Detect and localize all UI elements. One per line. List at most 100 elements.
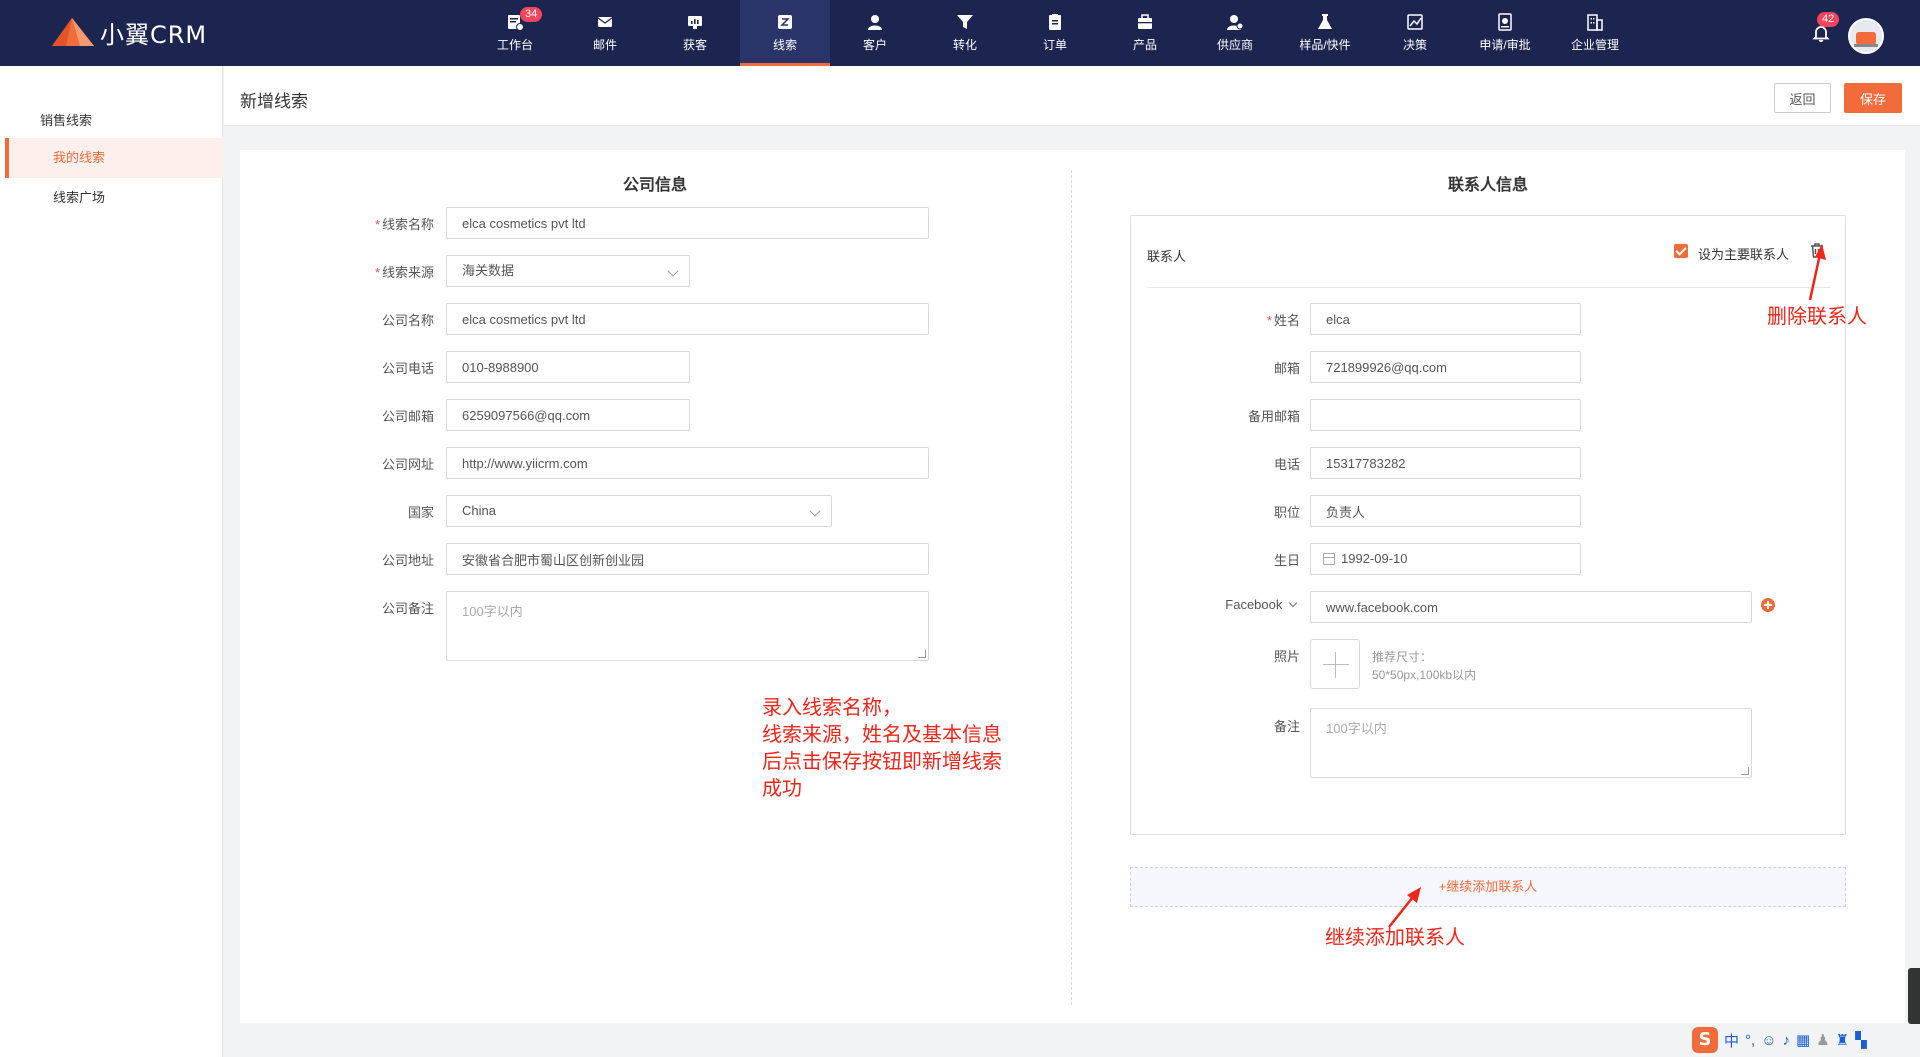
nav-approval[interactable]: 申请/审批 <box>1460 0 1550 66</box>
bell-icon[interactable] <box>1812 24 1832 44</box>
nav-conversion[interactable]: 转化 <box>920 0 1010 66</box>
ime-logo-icon[interactable]: S <box>1692 1027 1718 1053</box>
nav-leads[interactable]: 线索 <box>740 0 830 66</box>
primary-contact-checkbox[interactable] <box>1674 244 1688 258</box>
page-header: 新增线索 返回 保存 <box>224 66 1920 126</box>
contact-name-input[interactable] <box>1310 303 1581 335</box>
ime-mic-icon[interactable]: ♪ <box>1783 1032 1791 1049</box>
ime-toolbar: S 中 °, ☺ ♪ ▦ ♟ ♜ ▚ <box>1692 1027 1867 1053</box>
ime-language[interactable]: 中 <box>1724 1030 1739 1051</box>
nav-label: 产品 <box>1132 38 1157 52</box>
sample-icon <box>1315 13 1335 31</box>
add-social-icon[interactable] <box>1761 598 1775 612</box>
user-avatar[interactable] <box>1848 18 1884 54</box>
country-select[interactable]: China <box>446 495 832 527</box>
contact-email-label: 邮箱 <box>1273 361 1300 376</box>
ime-emoji-icon[interactable]: ☺ <box>1761 1032 1776 1049</box>
contact-name-label: * 姓名 <box>1266 313 1300 328</box>
building-icon <box>1585 13 1605 31</box>
contact-phone-input[interactable] <box>1310 447 1581 479</box>
company-name-input[interactable] <box>446 303 929 335</box>
annotation-delete-contact: 删除联系人 <box>1767 306 1867 328</box>
ime-menu-icon[interactable]: ▚ <box>1855 1031 1867 1049</box>
chevron-down-icon <box>667 265 679 277</box>
contact-email-input[interactable] <box>1310 351 1581 383</box>
chevron-down-icon <box>1288 598 1298 608</box>
contact-card-header: 联系人 设为主要联系人 <box>1147 216 1831 288</box>
app-logo[interactable]: 小翼CRM <box>50 14 207 50</box>
facebook-input[interactable] <box>1310 591 1752 623</box>
nav-orders[interactable]: 订单 <box>1010 0 1100 66</box>
backup-email-input[interactable] <box>1310 399 1581 431</box>
resize-handle-icon[interactable] <box>1741 767 1749 775</box>
company-remark-label: 公司备注 <box>381 601 434 616</box>
nav-mail[interactable]: 邮件 <box>560 0 650 66</box>
country-label: 国家 <box>407 505 434 520</box>
backup-email-label: 备用邮箱 <box>1247 409 1300 424</box>
ime-user-icon[interactable]: ♟ <box>1816 1031 1829 1049</box>
side-scroll-tab[interactable] <box>1908 968 1920 1024</box>
arrow-icon <box>1808 244 1826 301</box>
nav-label: 获客 <box>682 38 707 52</box>
birthday-label: 生日 <box>1273 553 1300 568</box>
approval-icon <box>1495 13 1515 31</box>
company-website-label: 公司网址 <box>381 457 434 472</box>
sidebar: 销售线索 我的线索 线索广场 <box>0 66 223 1057</box>
chart-icon <box>1405 13 1425 31</box>
mail-icon <box>595 13 615 31</box>
nav-customers[interactable]: 客户 <box>830 0 920 66</box>
ime-keyboard-icon[interactable]: ▦ <box>1796 1031 1810 1049</box>
ime-punct-icon[interactable]: °, <box>1745 1032 1755 1049</box>
nav-samples[interactable]: 样品/快件 <box>1280 0 1370 66</box>
nav-dashboard[interactable]: 34 工作台 <box>470 0 560 66</box>
company-website-input[interactable] <box>446 447 929 479</box>
nav-label: 决策 <box>1402 38 1427 52</box>
supplier-icon <box>1225 13 1245 31</box>
sidebar-item-my-leads[interactable]: 我的线索 <box>5 138 223 178</box>
company-address-label: 公司地址 <box>381 553 434 568</box>
nav-suppliers[interactable]: 供应商 <box>1190 0 1280 66</box>
social-type-select[interactable]: Facebook <box>1180 597 1298 612</box>
add-contact-button[interactable]: +继续添加联系人 <box>1130 867 1846 907</box>
contact-remark-label: 备注 <box>1273 719 1300 734</box>
company-email-input[interactable] <box>446 399 690 431</box>
main-nav: 34 工作台 邮件 获客 线索 客户 转化 订单 产品 供应商 样品/快件 决策… <box>470 0 1640 66</box>
arrow-icon <box>1388 887 1421 928</box>
lead-source-select[interactable]: 海关数据 <box>446 255 690 287</box>
company-remark-textarea[interactable]: 100字以内 <box>446 591 929 661</box>
contact-remark-textarea[interactable]: 100字以内 <box>1310 708 1752 778</box>
sidebar-item-lead-square[interactable]: 线索广场 <box>5 178 223 218</box>
ime-skin-icon[interactable]: ♜ <box>1836 1031 1849 1049</box>
save-button[interactable]: 保存 <box>1844 83 1902 113</box>
sidebar-group-title: 销售线索 <box>40 113 93 128</box>
nav-decision[interactable]: 决策 <box>1370 0 1460 66</box>
birthday-datepicker[interactable]: 1992-09-10 <box>1310 543 1581 575</box>
lead-name-input[interactable] <box>446 207 929 239</box>
company-address-input[interactable] <box>446 543 929 575</box>
customer-icon <box>865 13 885 31</box>
order-icon <box>1045 13 1065 31</box>
company-name-label: 公司名称 <box>381 313 434 328</box>
contact-card-title: 联系人 <box>1147 249 1187 264</box>
nav-enterprise[interactable]: 企业管理 <box>1550 0 1640 66</box>
lead-icon <box>775 13 795 31</box>
nav-acquire[interactable]: 获客 <box>650 0 740 66</box>
nav-products[interactable]: 产品 <box>1100 0 1190 66</box>
nav-label: 线索 <box>772 38 797 52</box>
company-phone-input[interactable] <box>446 351 690 383</box>
lead-source-label: * 线索来源 <box>374 265 434 280</box>
funnel-icon <box>955 13 975 31</box>
chevron-down-icon <box>809 505 821 517</box>
nav-label: 客户 <box>862 38 887 52</box>
back-button[interactable]: 返回 <box>1774 83 1831 113</box>
position-input[interactable] <box>1310 495 1581 527</box>
nav-label: 申请/审批 <box>1479 38 1531 52</box>
resize-handle-icon[interactable] <box>918 650 926 658</box>
photo-upload-button[interactable] <box>1310 639 1360 689</box>
primary-contact-label[interactable]: 设为主要联系人 <box>1698 244 1789 263</box>
logo-mark-icon <box>50 16 96 48</box>
photo-label: 照片 <box>1273 649 1300 664</box>
company-phone-label: 公司电话 <box>381 361 434 376</box>
photo-hint: 推荐尺寸： 50*50px,100kb以内 <box>1372 650 1477 682</box>
contact-section-title: 联系人信息 <box>1448 177 1529 194</box>
